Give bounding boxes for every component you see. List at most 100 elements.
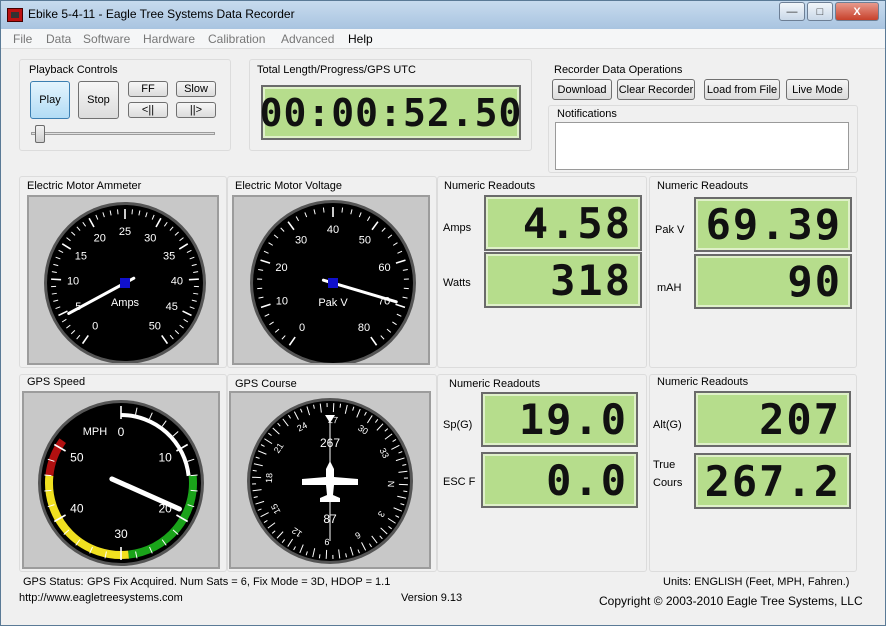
maximize-button[interactable]: □ [807,2,833,21]
dial-tick-label: 10 [276,295,288,307]
course-tick [318,554,321,559]
speed-tick-label: 0 [118,425,125,439]
voltage-frame: 0 10 20 30 40 50 60 70 80 Pak V [232,195,430,366]
true-course-label-line1: True [653,459,676,471]
dial-minor-tick [341,207,344,213]
playback-slider-track[interactable] [31,132,215,135]
speed-tick-label: 10 [158,451,172,465]
course-tick-label: 18 [264,473,274,483]
menu-calibration[interactable]: Calibration [208,32,265,46]
course-tick-label: 9 [324,537,329,547]
voltage-title: Electric Motor Voltage [235,180,342,192]
mah-readout-value: 90 [787,257,842,306]
website-link[interactable]: http://www.eagletreesystems.com [19,592,183,604]
units-label: Units: ENGLISH (Feet, MPH, Fahren.) [663,576,850,588]
true-course-readout-display: 267.2 [694,453,851,509]
playback-controls-title: Playback Controls [29,64,118,76]
watts-readout-display: 318 [484,252,642,308]
live-mode-button[interactable]: Live Mode [786,79,849,100]
readouts-2-title: Numeric Readouts [657,180,749,192]
course-tick [252,469,257,472]
dial-tick-label: 50 [359,234,371,246]
step-forward-button[interactable]: ||> [176,102,216,118]
menu-data[interactable]: Data [46,32,71,46]
altitude-readout-label: Alt(G) [653,419,682,431]
ammeter-title: Electric Motor Ammeter [27,180,142,192]
dial-minor-tick [131,209,133,215]
dial-tick-label: 30 [295,234,307,246]
step-back-button[interactable]: <|| [128,102,168,118]
dial-minor-tick [322,207,325,213]
download-button[interactable]: Download [552,79,612,100]
true-course-label-line2: Cours [653,477,683,489]
menu-help[interactable]: Help [348,32,373,46]
dial-tick-label: 25 [119,226,131,238]
dial-major-tick [188,278,199,281]
speed-readout-value: 19.0 [518,395,628,444]
pak-v-readout-value: 69.39 [705,200,842,249]
window-title: Ebike 5-4-11 - Eagle Tree Systems Data R… [28,7,295,21]
esc-readout-label: ESC F [443,476,476,488]
dial-unit-label: Pak V [318,297,348,309]
app-logo-icon [7,8,23,22]
version-label: Version 9.13 [401,592,463,604]
dial-tick-label: 80 [358,322,370,334]
dial-tick-label: 0 [299,322,305,334]
menu-software[interactable]: Software [83,32,130,46]
course-tick [403,490,408,493]
dial-tick-label: 30 [144,233,156,245]
gps-course-frame: 24 27 30 33 N 3 6 9 12 15 18 21 267 87 [229,391,431,569]
gps-speed-frame: 0 10 20 30 40 50 MPH [22,391,220,569]
speed-tick-label: 30 [114,527,128,541]
menu-advanced[interactable]: Advanced [281,32,334,46]
pak-v-readout-display: 69.39 [694,197,852,252]
watts-readout-label: Watts [443,277,471,289]
altitude-readout-display: 207 [694,391,851,447]
menu-hardware[interactable]: Hardware [143,32,195,46]
notifications-title: Notifications [557,108,617,120]
dial-tick-label: 40 [171,275,183,287]
course-heading-bottom: 87 [323,512,337,526]
dial-tick-label: 20 [94,233,106,245]
amps-readout-display: 4.58 [484,195,642,251]
playback-slider-thumb[interactable] [35,125,45,143]
clear-recorder-button[interactable]: Clear Recorder [617,79,695,100]
minimize-button[interactable]: — [779,2,805,21]
notifications-box [555,122,849,170]
speed-tick-label: 40 [70,502,84,516]
dial-tick-label: 15 [75,250,87,262]
slow-button[interactable]: Slow [176,81,216,97]
mah-readout-label: mAH [657,282,682,294]
progress-title: Total Length/Progress/GPS UTC [257,64,416,76]
dial-tick-label: 50 [149,321,161,333]
menu-bar: File Data Software Hardware Calibration … [1,29,885,49]
esc-readout-display: 0.0 [481,452,638,508]
dial-tick-label: 45 [166,301,178,313]
dial-unit-label: Amps [111,297,140,309]
gps-speed-gauge: 01020304050MPH [38,400,204,566]
course-tick-label: N [386,480,396,487]
menu-file[interactable]: File [13,32,32,46]
speed-tick-label: 50 [70,451,84,465]
load-from-file-button[interactable]: Load from File [704,79,780,100]
esc-readout-value: 0.0 [546,455,628,505]
course-tick [339,403,342,408]
fast-forward-button[interactable]: FF [128,81,168,97]
readouts-4-title: Numeric Readouts [657,376,749,388]
mah-readout-display: 90 [694,254,852,309]
app-window: Ebike 5-4-11 - Eagle Tree Systems Data R… [0,0,886,626]
dial-major-tick [51,278,62,281]
stop-button[interactable]: Stop [78,81,119,119]
dial-tick-label: 10 [67,275,79,287]
gps-status-text: GPS Fix Acquired. Num Sats = 6, Fix Mode… [87,576,391,588]
ammeter-frame: 05101520253035404550Amps [27,195,219,365]
dial-tick-label: 60 [378,262,390,274]
dial-hub [328,278,338,288]
play-button[interactable]: Play [30,81,70,119]
dial-tick-label: 20 [275,262,287,274]
close-button[interactable]: X [835,2,879,21]
true-course-readout-value: 267.2 [704,456,841,506]
readouts-1-title: Numeric Readouts [444,180,536,192]
gps-course-gauge: 24 273033N36912151821 26787 [247,398,413,564]
title-bar: Ebike 5-4-11 - Eagle Tree Systems Data R… [1,1,885,29]
